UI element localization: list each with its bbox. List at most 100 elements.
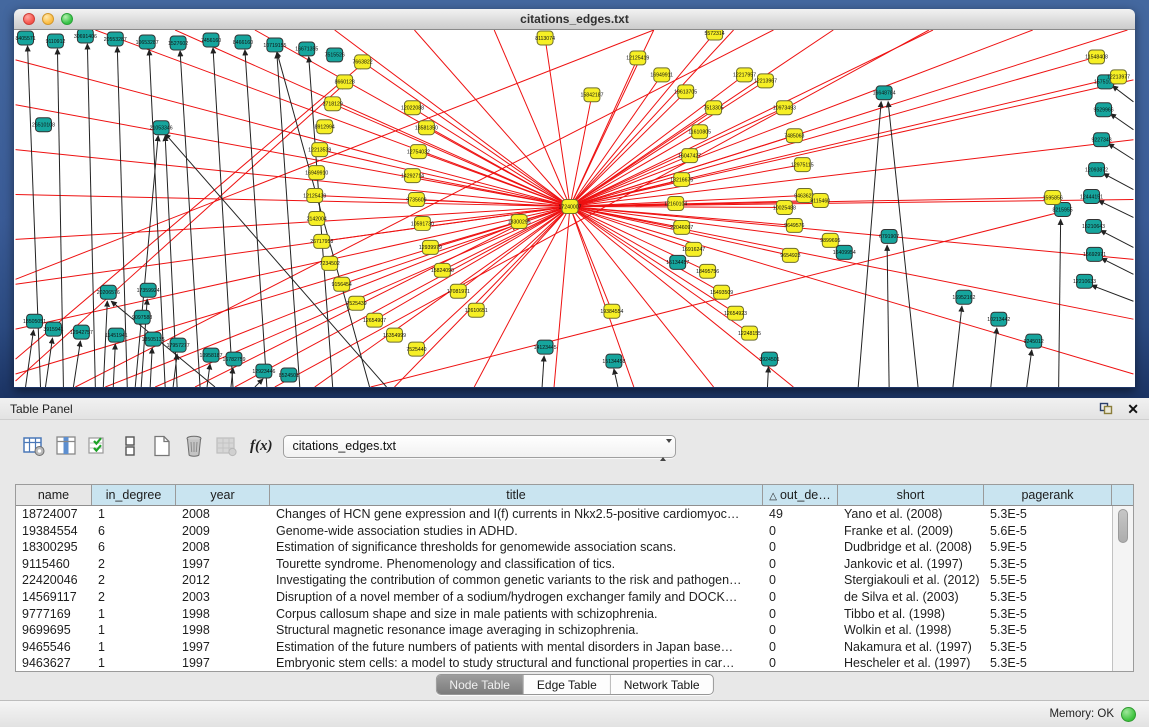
graph-edge-black[interactable] — [245, 50, 267, 387]
graph-node[interactable]: 18581350 — [415, 121, 438, 135]
graph-edge-red[interactable] — [16, 60, 570, 207]
graph-edge-red[interactable] — [333, 104, 570, 207]
graph-node[interactable]: 15493509 — [710, 285, 733, 299]
graph-edge-red[interactable] — [570, 207, 1133, 320]
scrollbar-thumb[interactable] — [1118, 509, 1128, 543]
graph-edge-black[interactable] — [887, 245, 889, 387]
graph-node[interactable]: 12213539 — [308, 143, 331, 157]
graph-node[interactable]: 12654923 — [724, 306, 747, 320]
graph-edge-black[interactable] — [103, 301, 107, 387]
graph-edge-black[interactable] — [207, 364, 210, 387]
graph-edge-black[interactable] — [73, 341, 80, 387]
graph-node[interactable]: 9529966 — [1093, 103, 1113, 117]
graph-node[interactable]: 16671355 — [295, 42, 318, 56]
graph-node[interactable]: 30691406 — [74, 30, 97, 43]
graph-edge-black[interactable] — [1099, 201, 1134, 218]
graph-node[interactable]: 16916247 — [682, 242, 705, 256]
graph-edge-black[interactable] — [991, 328, 997, 387]
graph-edge-black[interactable] — [28, 46, 41, 387]
graph-node[interactable]: 2718129 — [323, 97, 343, 111]
graph-node[interactable]: 16949910 — [305, 166, 328, 180]
select-mode-button[interactable] — [84, 433, 111, 460]
graph-node[interactable]: 2142004 — [307, 211, 327, 225]
column-header-title[interactable]: title — [270, 485, 763, 505]
graph-edge-black[interactable] — [180, 51, 200, 387]
graph-node[interactable]: 10213442 — [987, 312, 1010, 326]
graph-node[interactable]: 13216675 — [670, 173, 693, 187]
graph-node[interactable]: 12125439 — [303, 189, 326, 203]
graph-edge-red[interactable] — [570, 136, 794, 207]
table-row[interactable]: 946554611997Estimation of the future num… — [16, 639, 1112, 656]
graph-node[interactable]: 9899695 — [820, 233, 840, 247]
graph-node[interactable]: 16409954 — [833, 245, 856, 259]
graph-node[interactable]: 7234502 — [320, 256, 340, 270]
graph-node[interactable]: 11451941 — [105, 328, 128, 342]
graph-node[interactable]: 10591730 — [411, 216, 434, 230]
graph-node[interactable]: 15842187 — [580, 88, 603, 102]
table-row[interactable]: 1938455462009Genome-wide association stu… — [16, 523, 1112, 540]
graph-node[interactable]: 22046097 — [670, 220, 693, 234]
graph-node[interactable]: 11548408 — [1085, 50, 1108, 64]
graph-node[interactable]: 1527602 — [168, 36, 188, 50]
delete-table-button[interactable] — [180, 433, 207, 460]
graph-node[interactable]: 7515526 — [325, 48, 345, 62]
column-header-name[interactable]: name — [16, 485, 92, 505]
graph-edge-red[interactable] — [322, 207, 570, 242]
graph-edge-black[interactable] — [1092, 285, 1134, 301]
graph-node[interactable]: 12022088 — [401, 101, 424, 115]
graph-node[interactable]: 9735609 — [406, 193, 426, 207]
graph-edge-red[interactable] — [570, 30, 734, 207]
graph-edge-black[interactable] — [255, 379, 263, 387]
graph-edge-black[interactable] — [858, 102, 881, 387]
graph-node[interactable]: 10719155 — [263, 38, 286, 52]
graph-edge-red[interactable] — [414, 30, 570, 207]
graph-node[interactable]: 12654907 — [363, 313, 386, 327]
graph-node[interactable]: 12210633 — [1073, 274, 1096, 288]
graph-node[interactable]: 16354999 — [383, 328, 406, 342]
graph-node[interactable]: 12217957 — [733, 68, 756, 82]
graph-node[interactable]: 9115460 — [810, 194, 830, 208]
tab-edge-table[interactable]: Edge Table — [523, 675, 610, 694]
graph-node[interactable]: 14123445 — [534, 340, 557, 354]
tab-node-table[interactable]: Node Table — [436, 675, 523, 694]
column-header-out_de[interactable]: △out_de… — [763, 485, 838, 505]
graph-node[interactable]: 12754032 — [407, 145, 430, 159]
graph-node[interactable]: 9097588 — [132, 310, 152, 324]
graph-edge-black[interactable] — [1109, 144, 1134, 160]
graph-node[interactable]: 12444151 — [1080, 190, 1103, 204]
graph-node[interactable]: 12610651 — [465, 303, 488, 317]
graph-node[interactable]: 9245012 — [1024, 334, 1044, 348]
graph-edge-black[interactable] — [135, 136, 158, 387]
graph-edge-red[interactable] — [422, 207, 570, 224]
graph-edge-red[interactable] — [16, 30, 654, 279]
graph-node[interactable]: 21053346 — [150, 121, 173, 135]
graph-node[interactable]: 8405571 — [15, 31, 35, 45]
graph-node[interactable]: 19613705 — [674, 85, 697, 99]
graph-edge-red[interactable] — [16, 105, 570, 207]
graph-node[interactable]: 26717958 — [310, 234, 333, 248]
zoom-window-button[interactable] — [61, 13, 73, 25]
import-table-button[interactable] — [212, 433, 239, 460]
graph-node[interactable]: 12923446 — [252, 364, 275, 378]
graph-node[interactable]: 12213977 — [1107, 70, 1130, 84]
graph-node[interactable]: 10958187 — [200, 348, 223, 362]
column-header-pagerank[interactable]: pagerank — [984, 485, 1112, 505]
graph-node[interactable]: 16047427 — [678, 149, 701, 163]
graph-node[interactable]: 7485063 — [784, 129, 804, 143]
graph-edge-black[interactable] — [953, 306, 962, 387]
graph-edge-black[interactable] — [165, 134, 386, 387]
graph-node[interactable]: 17240007 — [559, 200, 582, 214]
graph-edge-black[interactable] — [1110, 114, 1133, 130]
float-panel-icon[interactable] — [1099, 402, 1113, 415]
graph-node[interactable]: 16210643 — [1082, 219, 1105, 233]
table-settings-button[interactable] — [20, 433, 47, 460]
column-header-in_degree[interactable]: in_degree — [92, 485, 176, 505]
graph-node[interactable]: 12248155 — [738, 326, 761, 340]
network-graph-canvas[interactable]: 8405571911091230691406205532871065328715… — [14, 30, 1135, 387]
table-row[interactable]: 911546021997Tourette syndrome. Phenomeno… — [16, 556, 1112, 573]
graph-node[interactable]: 17957277 — [167, 338, 190, 352]
graph-node[interactable]: 18300295 — [508, 214, 531, 228]
new-table-button[interactable] — [148, 433, 175, 460]
graph-edge-black[interactable] — [1027, 350, 1032, 387]
graph-edge-black[interactable] — [277, 53, 300, 387]
